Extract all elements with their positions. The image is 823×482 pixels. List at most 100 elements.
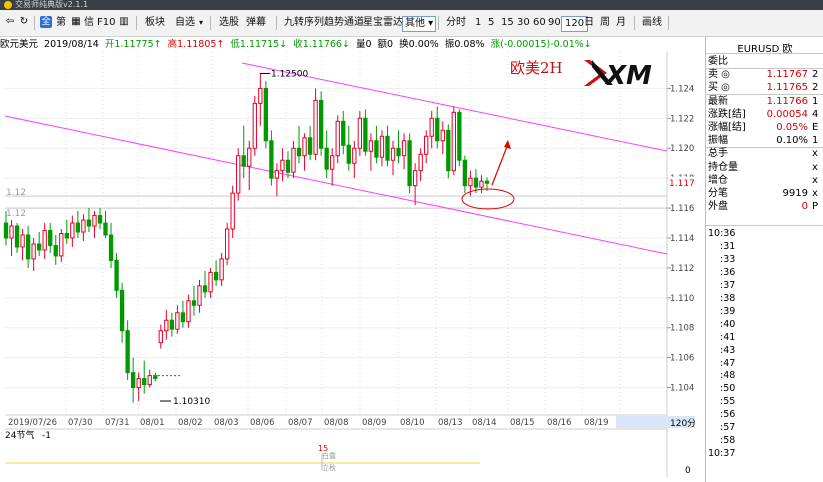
- candle-body: [357, 117, 362, 149]
- candle-body: [473, 177, 479, 188]
- turnover-value: 换0.00%: [399, 39, 439, 50]
- candle-body: [252, 102, 257, 149]
- candle-body: [48, 230, 53, 246]
- toolbar-divider: [438, 16, 439, 30]
- candle-body: [457, 111, 462, 161]
- candle-body: [269, 140, 274, 179]
- tick-time: :41: [720, 331, 736, 343]
- period-5[interactable]: 5: [488, 16, 494, 30]
- price-tick-label: 1.12200: [670, 114, 695, 124]
- f10-button[interactable]: F10: [97, 16, 115, 30]
- period-day[interactable]: 日: [584, 16, 594, 30]
- candle-body: [401, 140, 407, 157]
- period-30[interactable]: 30: [517, 16, 530, 30]
- info-button[interactable]: 信: [84, 16, 94, 30]
- candle-body: [64, 233, 69, 239]
- candlestick-chart[interactable]: 1.12 1.12 1.124001.122001.120001.118001.…: [0, 52, 695, 482]
- candle-body: [313, 99, 318, 155]
- candle-body: [451, 111, 456, 172]
- first-button[interactable]: 第: [56, 16, 66, 30]
- chart-title-annotation: 欧美2H: [510, 59, 563, 77]
- candle-body: [136, 378, 141, 389]
- period-15[interactable]: 15: [501, 16, 514, 30]
- quote-label: 持仓量: [708, 161, 738, 173]
- candle-body: [92, 215, 97, 227]
- candle-body: [191, 300, 197, 306]
- time-tick-label: 08/08: [324, 418, 349, 428]
- quote-row: 卖 ◎ 1.11767 2: [708, 68, 823, 81]
- period-1[interactable]: 1: [475, 16, 481, 30]
- quote-label: 涨幅[结]: [708, 122, 746, 133]
- price-tick-label: 1.11400: [670, 234, 695, 244]
- quote-row: 涨跌[结] 0.00054 4: [708, 108, 823, 121]
- period-60[interactable]: 60: [533, 16, 546, 30]
- candle-body: [75, 222, 81, 233]
- volume-value: 量0: [355, 39, 372, 50]
- candle-body: [70, 222, 75, 239]
- open-value: 开1.11775↑: [104, 39, 162, 50]
- toolbar-divider: [634, 16, 635, 30]
- time-tick-label: 08/09: [362, 418, 387, 428]
- period-month[interactable]: 月: [616, 16, 626, 30]
- indicator-marker-text-1: 白露: [322, 451, 336, 460]
- quote-extra: x: [812, 188, 818, 199]
- quote-label: 总手: [708, 148, 728, 160]
- candle-body: [291, 147, 296, 173]
- grid-icon[interactable]: ▦: [70, 16, 82, 28]
- stock-select-button[interactable]: 选股: [219, 16, 239, 30]
- close-value: 收1.11766↓: [293, 39, 350, 50]
- candle-body: [435, 117, 440, 142]
- candle-body: [153, 375, 158, 380]
- toolbar-divider: [210, 16, 211, 30]
- toolbar-divider: [34, 16, 35, 30]
- watchlist-button[interactable]: 自选: [175, 16, 195, 30]
- candle-body: [324, 147, 329, 170]
- candle-body: [158, 330, 163, 344]
- tick-time: :47: [720, 357, 736, 369]
- trend-channel-button[interactable]: 趋势通道: [324, 16, 364, 30]
- quote-row: 总手 x: [708, 147, 823, 160]
- quote-row: 委比: [708, 55, 823, 68]
- quote-label: 振幅: [708, 135, 728, 147]
- candle-body: [346, 144, 351, 164]
- back-icon[interactable]: ⇦: [4, 16, 16, 28]
- candle-body: [230, 192, 235, 230]
- price-tick-label: 1.10400: [670, 384, 695, 394]
- bars-icon[interactable]: ▥: [118, 16, 130, 28]
- watchlist-dropdown-icon[interactable]: ▾: [199, 16, 203, 30]
- candle-body: [42, 230, 47, 251]
- price-tick-label: 1.10600: [670, 354, 695, 364]
- radar-button[interactable]: 星宝雷达: [363, 16, 403, 30]
- period-week[interactable]: 周: [600, 16, 610, 30]
- price-tick-label: 1.12000: [670, 144, 695, 154]
- quote-label: 涨跌[结]: [708, 108, 746, 120]
- time-tick-label: 07/30: [68, 418, 93, 428]
- candle-body: [280, 159, 285, 172]
- candle-body: [25, 234, 31, 260]
- candle-body: [440, 129, 445, 142]
- nine-turn-button[interactable]: 九转序列: [284, 16, 324, 30]
- quote-value: 0.00054: [766, 108, 808, 120]
- period-90[interactable]: 90: [548, 16, 561, 30]
- quote-row: 买 ◎ 1.11765 2: [708, 81, 823, 94]
- refresh-icon[interactable]: ↻: [18, 16, 30, 28]
- period-intraday[interactable]: 分时: [446, 16, 466, 30]
- high-value: 高1.11805↑: [167, 39, 225, 50]
- candle-body: [418, 153, 423, 172]
- candle-body: [296, 147, 302, 157]
- other-dropdown[interactable]: 其他 ▾: [402, 16, 437, 32]
- draw-line-button[interactable]: 画线: [642, 16, 662, 30]
- price-tick-label: 1.10800: [670, 324, 695, 334]
- all-icon[interactable]: 全: [40, 16, 52, 28]
- tick-time: :43: [720, 344, 736, 356]
- sector-button[interactable]: 板块: [145, 16, 165, 30]
- candle-body: [197, 285, 202, 306]
- barrage-button[interactable]: 弹幕: [246, 16, 266, 30]
- time-tick-label: 07/31: [105, 418, 130, 428]
- quote-value: 1.11766: [766, 95, 808, 107]
- candle-body: [263, 87, 269, 142]
- candle-body: [186, 300, 191, 323]
- candle-body: [374, 140, 379, 158]
- panel-divider: [706, 53, 823, 54]
- candle-body: [390, 147, 396, 161]
